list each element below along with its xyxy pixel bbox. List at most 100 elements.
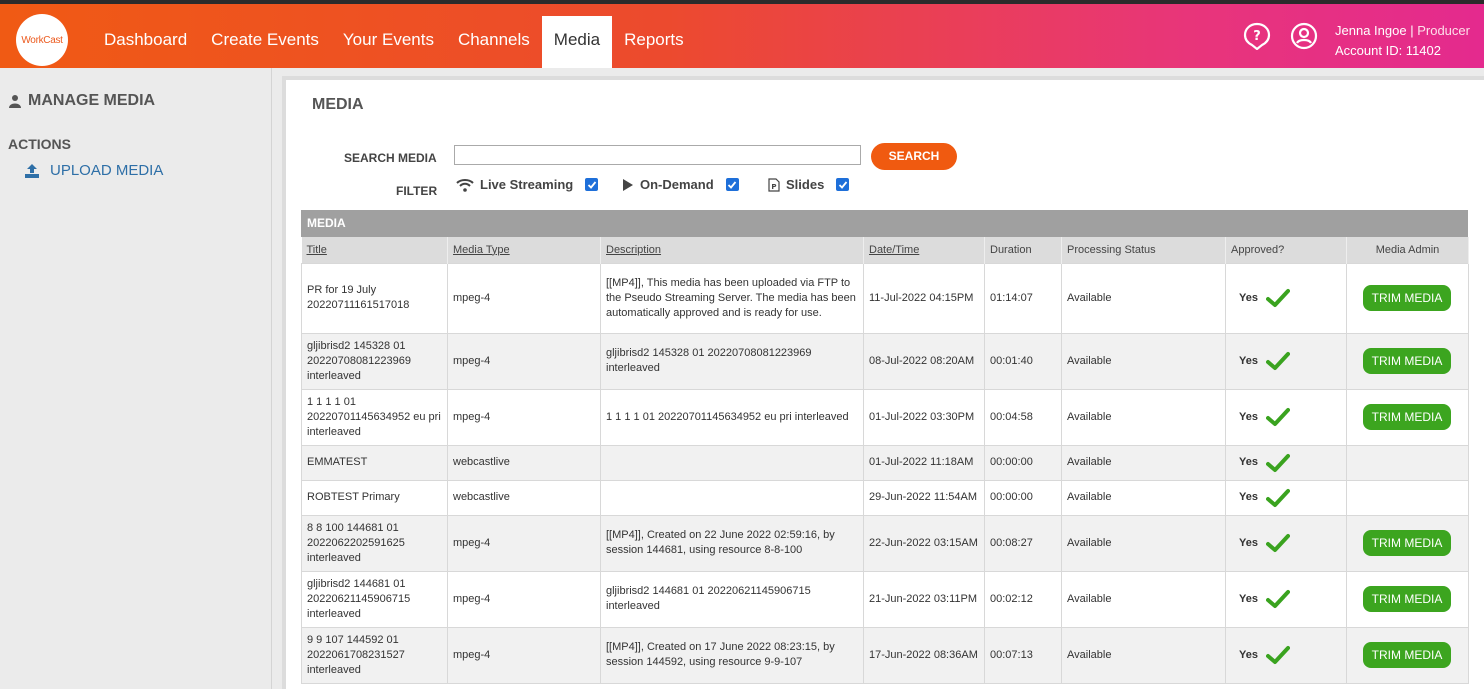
checkmark-icon: [1265, 289, 1290, 307]
account-id: Account ID: 11402: [1335, 43, 1441, 58]
row-status: Available: [1061, 514, 1226, 572]
row-duration: 00:07:13: [984, 626, 1062, 684]
upload-media-link[interactable]: UPLOAD MEDIA: [24, 162, 163, 179]
row-status: Available: [1061, 570, 1226, 628]
on-demand-checkbox[interactable]: [725, 178, 739, 191]
row-media-admin: TRIM MEDIA: [1346, 570, 1469, 628]
row-description: gljibrisd2 145328 01 20220708081223969 i…: [600, 332, 864, 390]
trim-media-button[interactable]: TRIM MEDIA: [1363, 586, 1451, 612]
col-media-admin: Media Admin: [1346, 237, 1469, 263]
row-duration: 00:08:27: [984, 514, 1062, 572]
filter-on-demand: On-Demand: [622, 177, 739, 192]
table-row: 1 1 1 1 01 20220701145634952 eu pri inte…: [301, 388, 1469, 446]
nav-your-events[interactable]: Your Events: [331, 16, 446, 68]
nav-reports[interactable]: Reports: [612, 16, 696, 68]
search-media-input[interactable]: [454, 145, 861, 165]
row-duration: 00:04:58: [984, 388, 1062, 446]
media-table: Title Media Type Description Date/Time D…: [301, 237, 1469, 684]
wifi-icon: [456, 178, 474, 192]
live-streaming-checkbox[interactable]: [585, 178, 599, 191]
media-table-container: MEDIA Title Media Type Description Date/…: [301, 210, 1469, 684]
row-date-time: 22-Jun-2022 03:15AM: [863, 514, 985, 572]
approved-indicator: Yes: [1231, 589, 1341, 609]
table-row: 8 8 100 144681 01 2022062202591625 inter…: [301, 514, 1469, 572]
trim-media-button[interactable]: TRIM MEDIA: [1363, 642, 1451, 668]
col-duration: Duration: [984, 237, 1062, 263]
approved-yes-label: Yes: [1239, 410, 1258, 423]
checkmark-icon: [1265, 488, 1290, 507]
nav-dashboard[interactable]: Dashboard: [92, 16, 199, 68]
trim-media-button[interactable]: TRIM MEDIA: [1363, 530, 1451, 556]
row-date-time: 08-Jul-2022 08:20AM: [863, 332, 985, 390]
top-navigation-bar: WorkCast Dashboard Create Events Your Ev…: [0, 0, 1484, 68]
row-approved: Yes: [1225, 444, 1347, 481]
row-description: [[MP4]], This media has been uploaded vi…: [600, 262, 864, 334]
filter-slides: P Slides: [768, 177, 850, 192]
row-approved: Yes: [1225, 332, 1347, 390]
row-duration: 01:14:07: [984, 262, 1062, 334]
row-media-admin: [1346, 444, 1469, 481]
approved-indicator: Yes: [1231, 407, 1341, 427]
row-description: [[MP4]], Created on 22 June 2022 02:59:1…: [600, 514, 864, 572]
manage-media-label: MANAGE MEDIA: [28, 92, 156, 109]
nav-channels[interactable]: Channels: [446, 16, 542, 68]
row-duration: 00:00:00: [984, 479, 1062, 516]
trim-media-button[interactable]: TRIM MEDIA: [1363, 348, 1451, 374]
approved-yes-label: Yes: [1239, 491, 1258, 503]
row-media-type: mpeg-4: [447, 514, 601, 572]
approved-yes-label: Yes: [1239, 456, 1258, 468]
table-row: 9 9 107 144592 01 2022061708231527 inter…: [301, 626, 1469, 684]
row-description: [[MP4]], Created on 17 June 2022 08:23:1…: [600, 626, 864, 684]
search-button[interactable]: SEARCH: [871, 143, 957, 170]
row-title: gljibrisd2 144681 01 20220621145906715 i…: [301, 570, 448, 628]
user-name[interactable]: Jenna Ingoe: [1335, 23, 1407, 38]
col-date-time[interactable]: Date/Time: [863, 237, 985, 263]
trim-media-button[interactable]: TRIM MEDIA: [1363, 404, 1451, 430]
row-date-time: 21-Jun-2022 03:11PM: [863, 570, 985, 628]
row-approved: Yes: [1225, 388, 1347, 446]
actions-heading: ACTIONS: [8, 136, 71, 152]
row-approved: Yes: [1225, 479, 1347, 516]
row-date-time: 17-Jun-2022 08:36AM: [863, 626, 985, 684]
table-row: EMMATEST webcastlive 01-Jul-2022 11:18AM 00…: [301, 444, 1469, 481]
row-title: PR for 19 July 20220711161517018: [301, 262, 448, 334]
row-approved: Yes: [1225, 626, 1347, 684]
user-role: Producer: [1417, 23, 1470, 38]
table-row: ROBTEST Primary webcastlive 29-Jun-2022 11…: [301, 479, 1469, 516]
nav-media[interactable]: Media: [541, 16, 613, 68]
upload-icon: [25, 163, 39, 178]
table-row: gljibrisd2 145328 01 20220708081223969 i…: [301, 332, 1469, 390]
table-header-row: Title Media Type Description Date/Time D…: [301, 237, 1469, 263]
row-media-admin: TRIM MEDIA: [1346, 332, 1469, 390]
col-title[interactable]: Title: [301, 237, 448, 263]
main-nav: Dashboard Create Events Your Events Chan…: [92, 16, 696, 68]
nav-create-events[interactable]: Create Events: [199, 16, 331, 68]
checkmark-icon: [1265, 590, 1290, 608]
row-title: gljibrisd2 145328 01 20220708081223969 i…: [301, 332, 448, 390]
row-status: Available: [1061, 332, 1226, 390]
search-media-label: SEARCH MEDIA: [344, 151, 437, 165]
row-approved: Yes: [1225, 570, 1347, 628]
row-status: Available: [1061, 479, 1226, 516]
row-description: gljibrisd2 144681 01 20220621145906715 i…: [600, 570, 864, 628]
filter-live-streaming: Live Streaming: [456, 177, 599, 192]
row-status: Available: [1061, 262, 1226, 334]
page-title: MEDIA: [312, 96, 364, 113]
trim-media-button[interactable]: TRIM MEDIA: [1363, 285, 1451, 311]
row-status: Available: [1061, 388, 1226, 446]
col-description[interactable]: Description: [600, 237, 864, 263]
row-media-admin: TRIM MEDIA: [1346, 262, 1469, 334]
col-media-type[interactable]: Media Type: [447, 237, 601, 263]
play-icon: [623, 178, 633, 191]
account-info: Jenna Ingoe | Producer Account ID: 11402: [1335, 21, 1470, 61]
workcast-logo[interactable]: WorkCast: [16, 14, 68, 66]
row-approved: Yes: [1225, 514, 1347, 572]
slides-checkbox[interactable]: [836, 178, 850, 191]
row-date-time: 01-Jul-2022 03:30PM: [863, 388, 985, 446]
row-date-time: 01-Jul-2022 11:18AM: [863, 444, 985, 481]
row-description: 1 1 1 1 01 20220701145634952 eu pri inte…: [600, 388, 864, 446]
approved-indicator: Yes: [1231, 288, 1341, 308]
user-account-icon[interactable]: [1290, 22, 1318, 50]
row-approved: Yes: [1225, 262, 1347, 334]
help-icon[interactable]: ?: [1243, 22, 1271, 50]
